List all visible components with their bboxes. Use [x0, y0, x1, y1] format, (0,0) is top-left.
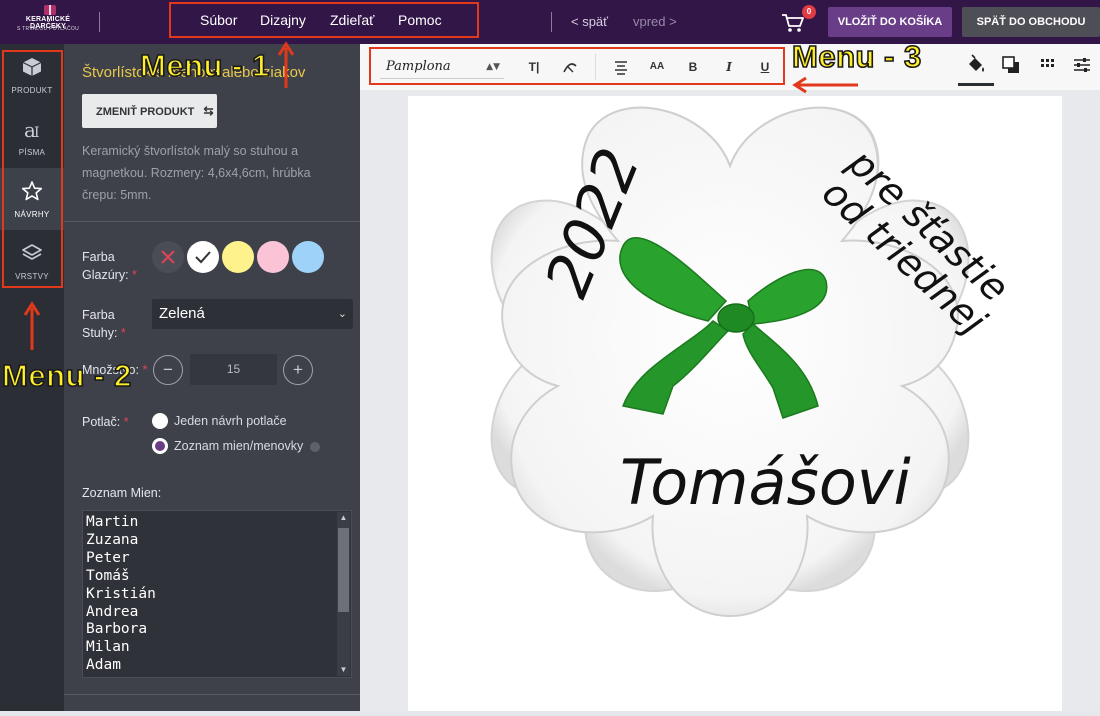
redo-button[interactable]: vpred >	[633, 14, 677, 29]
quantity-decrease-button[interactable]: −	[153, 355, 183, 385]
undo-button[interactable]: < späť	[571, 14, 608, 29]
name-list-item: Martin	[86, 514, 139, 530]
glaze-label: Farba Glazúry: *	[82, 250, 137, 282]
annotation-menu2: Menu - 2	[1, 357, 132, 394]
print-label-text: Potlač:	[82, 415, 121, 429]
glaze-label-line2: Glazúry:	[82, 268, 129, 282]
divider	[64, 694, 360, 695]
scroll-up-icon[interactable]: ▲	[338, 512, 349, 524]
name-list-item: Milan	[86, 639, 130, 656]
scrollbar[interactable]: ▲ ▼	[337, 512, 350, 676]
grid-icon[interactable]	[1034, 52, 1060, 78]
design-canvas[interactable]: 2022 pre šťastie od triednej Tomášovi	[408, 96, 1062, 711]
names-textarea[interactable]: Martin Zuzana Peter Tomáš Kristián Andrea Barb…	[82, 510, 352, 678]
swatch-blue[interactable]	[292, 241, 324, 273]
info-icon[interactable]	[310, 442, 320, 452]
clover-product-preview[interactable]: 2022 pre šťastie od triednej Tomášovi	[408, 96, 1062, 711]
name-list-item: Zuzana	[86, 531, 139, 548]
swatch-pink[interactable]	[257, 241, 289, 273]
name-list-item: Barbora	[86, 621, 148, 638]
quantity-input[interactable]: 15	[190, 354, 277, 385]
name-list-item: Tomáš	[86, 567, 130, 584]
arrow-left-icon	[792, 76, 858, 94]
change-product-button[interactable]: ZMENIŤ PRODUKT ⇆	[82, 94, 217, 128]
arrow-up-icon	[277, 41, 295, 88]
back-to-shop-button[interactable]: SPÄŤ DO OBCHODU	[962, 7, 1100, 37]
annotation-menu1: Menu - 1	[139, 47, 270, 84]
scroll-thumb[interactable]	[338, 528, 349, 612]
name-list-item: Peter	[86, 549, 130, 566]
ribbon-label: Farba Stuhy: *	[82, 308, 126, 340]
canvas-name-text[interactable]: Tomášovi	[620, 446, 911, 519]
menu1-highlight-box	[169, 2, 479, 38]
add-to-cart-button[interactable]: VLOŽIŤ DO KOŠÍKA	[828, 7, 952, 37]
ribbon-color-select[interactable]: Zelená ⌄	[152, 299, 353, 329]
change-product-label: ZMENIŤ PRODUKT	[96, 106, 195, 118]
print-label: Potlač: *	[82, 415, 129, 429]
swatch-white[interactable]	[187, 241, 219, 273]
radio-name-list-label[interactable]: Zoznam mien/menovky	[174, 439, 303, 453]
fill-icon[interactable]	[963, 52, 989, 78]
check-icon	[195, 251, 211, 264]
names-label: Zoznam Mien:	[82, 486, 162, 500]
name-list-item: Adam	[86, 657, 121, 674]
top-bar: KERAMICKÉ DARČEKY S TRVALOU POTLAČOU Súb…	[0, 0, 1100, 44]
logo-line2: S TRVALOU POTLAČOU	[16, 26, 80, 32]
product-description: Keramický štvorlístok malý so stuhou a m…	[82, 144, 311, 202]
radio-name-list[interactable]	[152, 438, 168, 454]
glaze-label-line1: Farba	[82, 250, 115, 264]
swatch-yellow[interactable]	[222, 241, 254, 273]
arrow-up-icon	[23, 301, 41, 350]
menu3-highlight-box	[369, 47, 785, 85]
cart-icon[interactable]	[781, 12, 805, 34]
ribbon-color-value: Zelená	[159, 305, 205, 322]
name-list-item: Andrea	[86, 603, 139, 620]
menu2-highlight-box	[2, 50, 63, 288]
chevron-down-icon: ⌄	[337, 308, 347, 320]
divider	[99, 12, 100, 32]
shadow-icon[interactable]	[998, 52, 1024, 78]
annotation-menu3: Menu - 3	[791, 38, 922, 75]
quantity-increase-button[interactable]: +	[283, 355, 313, 385]
scroll-down-icon[interactable]: ▼	[338, 664, 349, 676]
sliders-icon[interactable]	[1069, 52, 1095, 78]
divider	[64, 221, 360, 222]
swap-icon: ⇆	[203, 104, 214, 118]
swatch-none[interactable]	[152, 241, 184, 273]
close-icon	[161, 250, 175, 264]
ribbon-label-line1: Farba	[82, 308, 115, 322]
cart-count-badge: 0	[802, 5, 816, 19]
radio-single-design[interactable]	[152, 413, 168, 429]
divider	[551, 12, 552, 32]
ribbon-label-line2: Stuhy:	[82, 326, 118, 340]
name-list-item: Kristián	[86, 585, 156, 602]
active-tool-indicator	[958, 83, 994, 86]
gift-icon	[44, 5, 56, 15]
radio-single-design-label[interactable]: Jeden návrh potlače	[174, 414, 287, 428]
names-text: Martin Zuzana Peter Tomáš Kristián Andrea Barb…	[86, 514, 156, 675]
logo[interactable]: KERAMICKÉ DARČEKY S TRVALOU POTLAČOU	[8, 5, 88, 39]
